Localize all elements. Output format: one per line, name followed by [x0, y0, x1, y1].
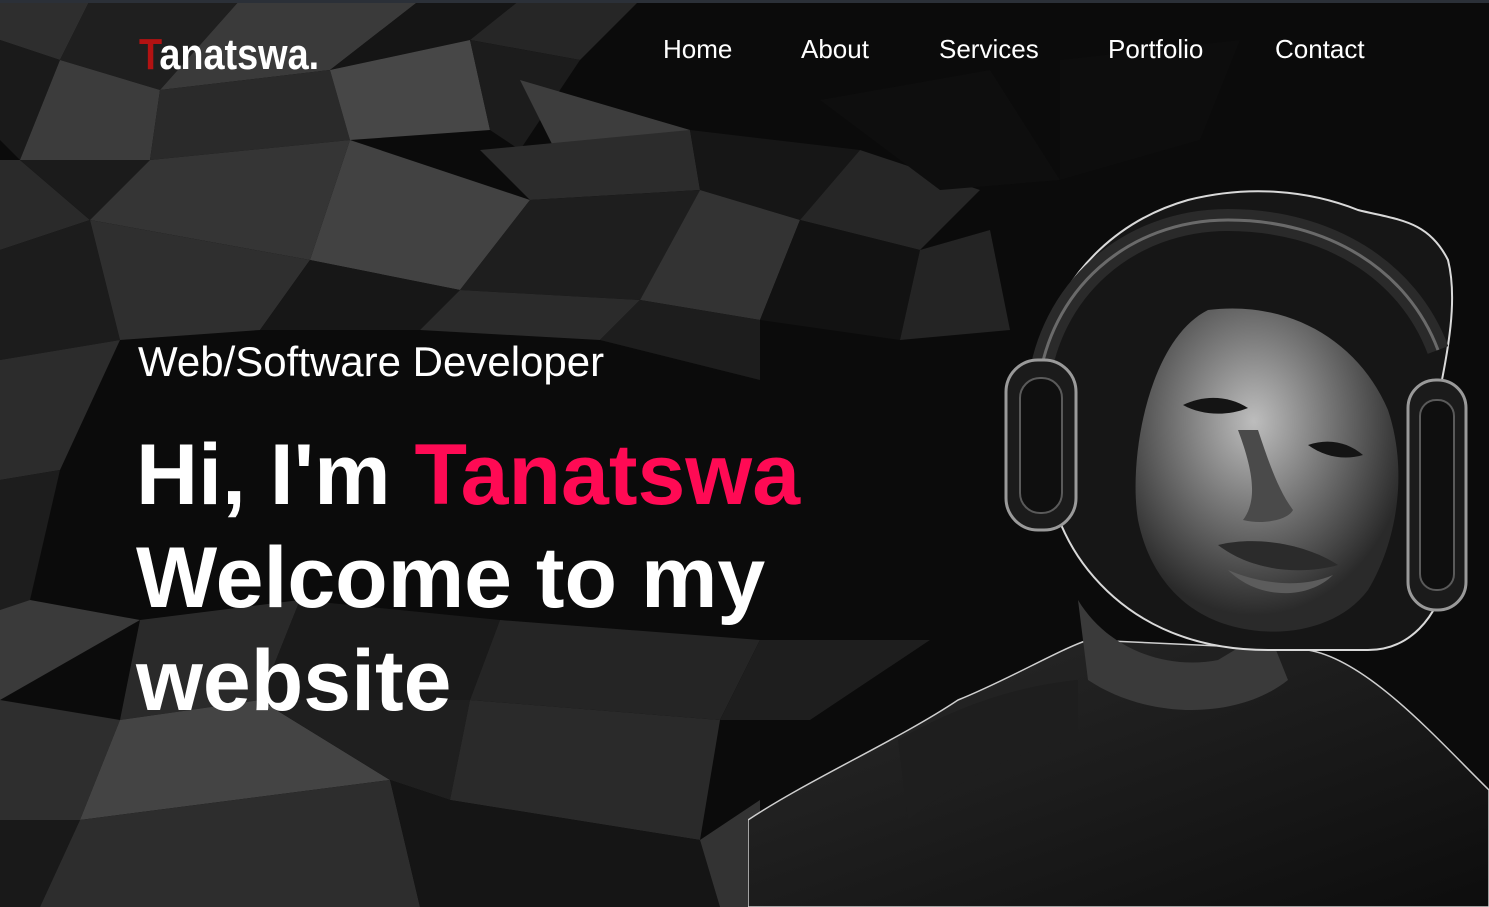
hero-greeting: Hi, I'm: [136, 427, 415, 523]
nav-link-services[interactable]: Services: [939, 33, 1039, 65]
main-nav: Home About Services Portfolio Contact: [0, 33, 1489, 69]
top-border: [0, 0, 1489, 3]
navbar: Tanatswa. Home About Services Portfolio …: [0, 3, 1489, 98]
hero-headline: Hi, I'm Tanatswa Welcome to my website: [136, 424, 898, 733]
nav-link-home[interactable]: Home: [663, 33, 732, 65]
hero-name: Tanatswa: [414, 427, 801, 523]
nav-link-portfolio[interactable]: Portfolio: [1108, 33, 1203, 65]
hero-section: Web/Software Developer Hi, I'm Tanatswa …: [136, 336, 898, 733]
hero-website-line: website: [136, 633, 452, 729]
nav-link-about[interactable]: About: [801, 33, 869, 65]
nav-link-contact[interactable]: Contact: [1275, 33, 1365, 65]
page: Tanatswa. Home About Services Portfolio …: [0, 0, 1489, 907]
hero-welcome-line: Welcome to my: [136, 530, 766, 626]
hero-subtitle: Web/Software Developer: [138, 338, 605, 385]
